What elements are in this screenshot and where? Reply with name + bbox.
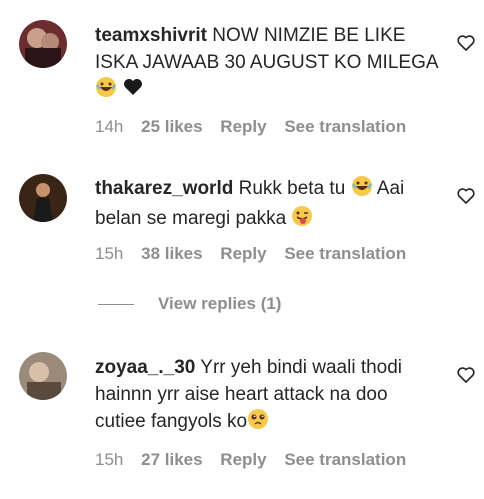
username[interactable]: thakarez_world [95, 178, 233, 199]
winking-tongue-emoji-icon [291, 205, 313, 235]
avatar[interactable] [19, 174, 67, 222]
like-heart-icon[interactable] [456, 365, 476, 385]
reply-button[interactable]: Reply [220, 117, 266, 136]
comment-text: zoyaa_._30 Yrr yeh bindi waali thodi hai… [95, 354, 440, 438]
view-replies-label[interactable]: View replies (1) [158, 294, 281, 313]
like-heart-icon[interactable] [456, 186, 476, 206]
reply-button[interactable]: Reply [220, 244, 266, 263]
comment-text: thakarez_world Rukk beta tu Aai belan se… [95, 175, 440, 235]
likes-count[interactable]: 27 likes [141, 450, 202, 469]
pleading-face-emoji-icon [247, 408, 269, 438]
username[interactable]: zoyaa_._30 [95, 357, 195, 378]
like-heart-icon[interactable] [456, 33, 476, 53]
username[interactable]: teamxshivrit [95, 25, 207, 46]
avatar[interactable] [19, 352, 67, 400]
laughing-emoji-icon [95, 76, 117, 106]
see-translation-button[interactable]: See translation [284, 117, 406, 136]
comment-meta: 15h 27 likes Reply See translation [95, 450, 419, 470]
black-heart-icon [122, 76, 144, 106]
laughing-emoji-icon [351, 175, 373, 205]
avatar[interactable] [19, 20, 67, 68]
view-replies-button[interactable]: View replies (1) [98, 294, 281, 314]
likes-count[interactable]: 25 likes [141, 117, 202, 136]
reply-button[interactable]: Reply [220, 450, 266, 469]
divider-line [98, 304, 134, 306]
comment-text: teamxshivrit NOW NIMZIE BE LIKE ISKA JAW… [95, 22, 440, 106]
timestamp: 15h [95, 450, 124, 469]
comment-meta: 15h 38 likes Reply See translation [95, 244, 419, 264]
timestamp: 14h [95, 117, 124, 136]
comment-meta: 14h 25 likes Reply See translation [95, 117, 419, 137]
see-translation-button[interactable]: See translation [284, 244, 406, 263]
likes-count[interactable]: 38 likes [141, 244, 202, 263]
timestamp: 15h [95, 244, 124, 263]
comment-body-part-1: Rukk beta tu [238, 178, 346, 199]
see-translation-button[interactable]: See translation [284, 450, 406, 469]
